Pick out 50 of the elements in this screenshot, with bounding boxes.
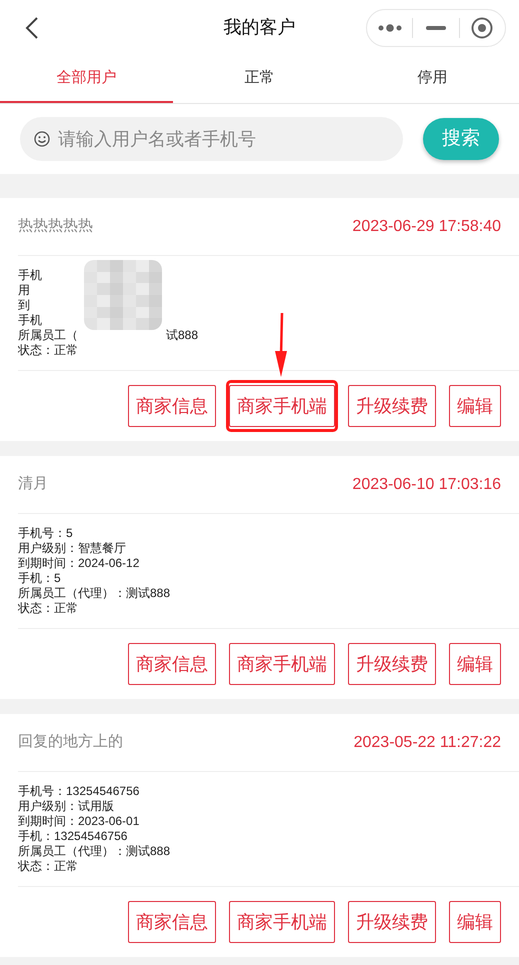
detail-text: 状态：正常 xyxy=(18,343,78,358)
search-input[interactable]: 请输入用户名或者手机号 xyxy=(58,126,389,152)
filter-tab[interactable]: 停用 xyxy=(346,55,519,103)
filter-tab[interactable]: 全部用户 xyxy=(0,55,173,103)
action-button[interactable]: 编辑 xyxy=(449,385,501,427)
detail-text: 手机 xyxy=(18,268,42,283)
detail-text: 状态：正常 xyxy=(18,859,78,874)
detail-text: 到期时间：2024-06-12 xyxy=(18,556,140,571)
detail-text: 手机：5 xyxy=(18,571,61,586)
back-icon[interactable] xyxy=(25,17,39,39)
detail-text: 手机号：13254546756 xyxy=(18,784,140,799)
action-button[interactable]: 升级续费 xyxy=(348,385,436,427)
detail-text: 所属员工（代理）：测试888 xyxy=(18,586,170,601)
detail-text: 所属员工（ xyxy=(18,328,78,343)
page-title: 我的客户 xyxy=(224,16,296,39)
customer-name: 回复的地方上的 xyxy=(18,732,123,752)
detail-text: 手机：13254546756 xyxy=(18,829,128,844)
filter-tab[interactable]: 正常 xyxy=(173,55,346,103)
action-button[interactable]: 升级续费 xyxy=(348,901,436,943)
action-button[interactable]: 升级续费 xyxy=(348,643,436,685)
created-time: 2023-06-29 17:58:40 xyxy=(352,216,501,236)
annotation-arrow xyxy=(274,313,288,377)
action-button[interactable]: 商家手机端 xyxy=(229,385,335,427)
action-button[interactable]: 商家手机端 xyxy=(229,901,335,943)
detail-text: 状态：正常 xyxy=(18,601,78,616)
search-field[interactable]: 请输入用户名或者手机号 xyxy=(20,117,403,161)
detail-text: 到期时间：2023-06-01 xyxy=(18,814,140,829)
smiley-icon xyxy=(34,131,50,147)
detail-text: 到 xyxy=(18,298,30,313)
action-button[interactable]: 编辑 xyxy=(449,643,501,685)
action-button[interactable]: 编辑 xyxy=(449,901,501,943)
detail-text: 手机号：5 xyxy=(18,526,73,541)
detail-text: 用户级别：试用版 xyxy=(18,799,114,814)
close-icon[interactable] xyxy=(471,17,494,39)
action-button[interactable]: 商家信息 xyxy=(128,901,216,943)
action-button[interactable]: 商家信息 xyxy=(128,385,216,427)
detail-text: 所属员工（代理）：测试888 xyxy=(18,844,170,859)
more-icon[interactable] xyxy=(376,24,403,32)
detail-text: 手机 xyxy=(18,313,42,328)
created-time: 2023-05-22 11:27:22 xyxy=(354,732,501,752)
detail-text: 试888 xyxy=(166,328,198,343)
created-time: 2023-06-10 17:03:16 xyxy=(352,474,501,494)
detail-text: 用 xyxy=(18,283,30,298)
action-button[interactable]: 商家信息 xyxy=(128,643,216,685)
detail-text: 用户级别：智慧餐厅 xyxy=(18,541,126,556)
search-button[interactable]: 搜索 xyxy=(423,118,499,160)
minimize-icon[interactable] xyxy=(426,26,446,30)
customer-name: 清月 xyxy=(18,474,48,494)
action-button[interactable]: 商家手机端 xyxy=(229,643,335,685)
customer-name: 热热热热热 xyxy=(18,216,93,236)
